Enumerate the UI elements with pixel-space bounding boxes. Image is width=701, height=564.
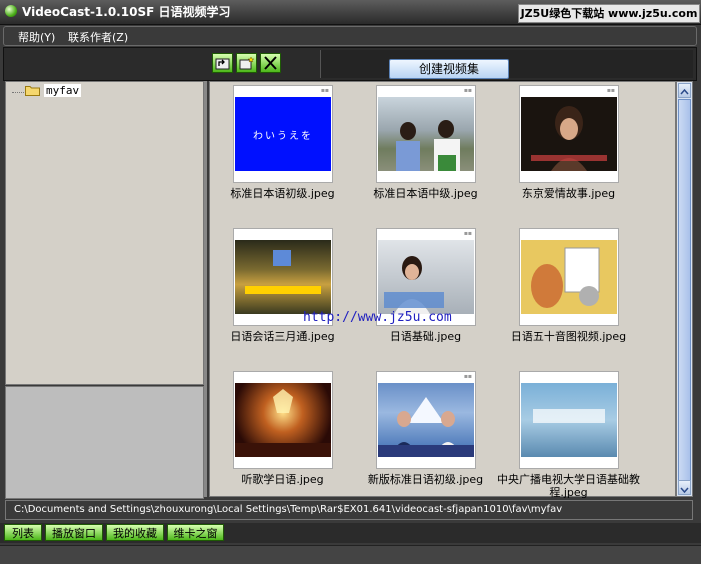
current-path: C:\Documents and Settings\zhouxurong\Loc…	[14, 504, 563, 515]
thumbnail-image: わいうえを	[235, 97, 331, 171]
thumbnail-image	[521, 383, 617, 457]
tree-connector	[12, 92, 24, 93]
window-title: VideoCast-1.0.10SF 日语视频学习	[22, 5, 231, 19]
file-caption: 中央广播电视大学日语基础教程.jpeg	[497, 473, 640, 499]
scroll-thumb[interactable]	[678, 99, 691, 483]
brand-banner: JZ5U绿色下载站 www.jz5u.com	[518, 4, 700, 23]
file-thumbnail[interactable]	[519, 371, 619, 469]
menu-help[interactable]: 帮助(Y)	[18, 29, 55, 45]
chevron-up-icon	[680, 88, 689, 95]
file-caption: 标准日本语中级.jpeg	[373, 187, 478, 200]
app-icon	[5, 5, 17, 17]
thumbnail-kana-text: わいうえを	[253, 131, 313, 142]
file-thumbnail[interactable]: ▪▪	[519, 85, 619, 183]
bottom-tab-bar: 列表 播放窗口 我的收藏 维卡之窗	[0, 523, 701, 543]
panel-splitter[interactable]	[204, 81, 207, 497]
thumbnail-image	[378, 383, 474, 457]
thumbnail-image	[235, 383, 331, 457]
menu-contact-author[interactable]: 联系作者(Z)	[68, 29, 128, 45]
file-caption: 日语基础.jpeg	[389, 330, 462, 343]
delete-button[interactable]	[260, 53, 281, 73]
scroll-up-button[interactable]	[678, 83, 691, 98]
thumbnail-image	[521, 97, 617, 171]
file-caption: 听歌学日语.jpeg	[241, 473, 324, 486]
status-bar	[0, 545, 701, 564]
file-thumbnail[interactable]: ▪▪ わいうえを	[233, 85, 333, 183]
file-caption: 日语五十音图视频.jpeg	[510, 330, 627, 343]
tab-vicard-window[interactable]: 维卡之窗	[167, 524, 224, 541]
channel-logo-icon: ▪▪	[606, 87, 615, 94]
tab-player-window[interactable]: 播放窗口	[45, 524, 103, 541]
file-caption: 日语会话三月通.jpeg	[230, 330, 335, 343]
file-thumbnail[interactable]: ▪▪	[376, 85, 476, 183]
up-folder-button[interactable]	[212, 53, 233, 73]
file-caption: 新版标准日语初级.jpeg	[367, 473, 484, 486]
thumbnail-image	[235, 240, 331, 314]
tab-list[interactable]: 列表	[4, 524, 42, 541]
thumbnail-image	[521, 240, 617, 314]
folder-tree: myfav	[5, 81, 204, 385]
tree-item-myfav[interactable]: myfav	[44, 84, 82, 97]
up-folder-icon	[215, 58, 230, 70]
file-caption: 东京爱情故事.jpeg	[521, 187, 616, 200]
channel-logo-icon: ▪▪	[320, 87, 329, 94]
path-bar: C:\Documents and Settings\zhouxurong\Loc…	[5, 500, 693, 520]
file-thumbnail[interactable]	[519, 228, 619, 326]
thumbnail-image	[378, 97, 474, 171]
watermark-text: http://www.jz5u.com	[303, 310, 452, 325]
close-icon	[264, 56, 277, 70]
channel-logo-icon: ▪▪	[463, 230, 472, 237]
create-collection-button[interactable]: 创建视频集	[389, 59, 509, 79]
scroll-down-button[interactable]	[678, 480, 691, 495]
title-bar: VideoCast-1.0.10SF 日语视频学习 JZ5U绿色下载站 www.…	[0, 0, 701, 25]
channel-logo-icon: ▪▪	[463, 373, 472, 380]
menu-bar: 帮助(Y) 联系作者(Z)	[3, 26, 697, 46]
preview-pane	[5, 386, 204, 499]
vertical-scrollbar[interactable]	[676, 81, 693, 497]
thumbnail-image	[378, 240, 474, 314]
chevron-down-icon	[680, 487, 689, 494]
new-folder-icon	[239, 56, 254, 70]
new-folder-button[interactable]	[236, 53, 257, 73]
file-thumbnail[interactable]: ▪▪	[376, 371, 476, 469]
file-thumbnail[interactable]	[233, 371, 333, 469]
tab-favorites[interactable]: 我的收藏	[106, 524, 164, 541]
file-caption: 标准日本语初级.jpeg	[230, 187, 335, 200]
folder-icon	[25, 86, 40, 96]
channel-logo-icon: ▪▪	[463, 87, 472, 94]
